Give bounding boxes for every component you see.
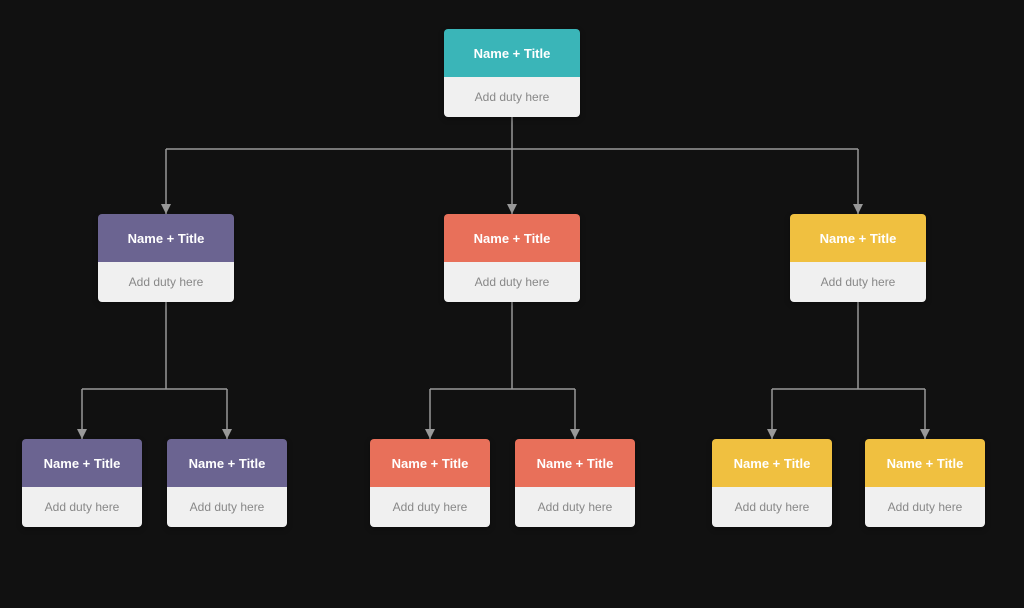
node-leaf-cl-header: Name + Title [370, 439, 490, 487]
node-mid-left-header: Name + Title [98, 214, 234, 262]
node-mid-center-header: Name + Title [444, 214, 580, 262]
node-leaf-ll[interactable]: Name + Title Add duty here [22, 439, 142, 527]
node-mid-right-header: Name + Title [790, 214, 926, 262]
node-leaf-lr[interactable]: Name + Title Add duty here [167, 439, 287, 527]
node-leaf-ll-body: Add duty here [22, 487, 142, 527]
node-leaf-lr-body: Add duty here [167, 487, 287, 527]
node-leaf-rl-body: Add duty here [712, 487, 832, 527]
node-leaf-rr-header: Name + Title [865, 439, 985, 487]
node-mid-center[interactable]: Name + Title Add duty here [444, 214, 580, 302]
node-leaf-cl-body: Add duty here [370, 487, 490, 527]
node-leaf-lr-header: Name + Title [167, 439, 287, 487]
node-root-header: Name + Title [444, 29, 580, 77]
node-mid-center-body: Add duty here [444, 262, 580, 302]
node-mid-right-body: Add duty here [790, 262, 926, 302]
node-leaf-ll-header: Name + Title [22, 439, 142, 487]
node-leaf-cl[interactable]: Name + Title Add duty here [370, 439, 490, 527]
node-root-body: Add duty here [444, 77, 580, 117]
node-mid-right[interactable]: Name + Title Add duty here [790, 214, 926, 302]
node-root[interactable]: Name + Title Add duty here [444, 29, 580, 117]
node-leaf-cr[interactable]: Name + Title Add duty here [515, 439, 635, 527]
org-chart: Name + Title Add duty here Name + Title … [12, 19, 1012, 589]
node-leaf-rr-body: Add duty here [865, 487, 985, 527]
node-mid-left-body: Add duty here [98, 262, 234, 302]
node-leaf-cr-header: Name + Title [515, 439, 635, 487]
node-mid-left[interactable]: Name + Title Add duty here [98, 214, 234, 302]
node-leaf-rl-header: Name + Title [712, 439, 832, 487]
node-leaf-cr-body: Add duty here [515, 487, 635, 527]
node-leaf-rl[interactable]: Name + Title Add duty here [712, 439, 832, 527]
node-leaf-rr[interactable]: Name + Title Add duty here [865, 439, 985, 527]
